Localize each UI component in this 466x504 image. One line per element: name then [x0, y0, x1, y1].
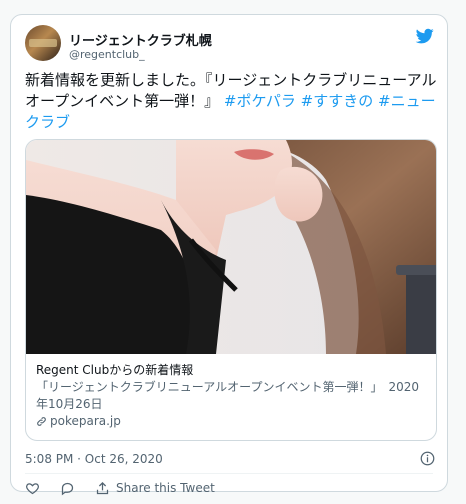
link-icon [37, 417, 46, 426]
link-info[interactable]: Regent Clubからの新着情報 「リージェントクラブリニューアルオープンイ… [36, 362, 428, 430]
share-action[interactable]: Share this Tweet [95, 481, 215, 496]
action-bar: Share this Tweet [25, 478, 235, 498]
divider [25, 473, 433, 474]
share-label[interactable]: Share this Tweet [116, 481, 215, 495]
avatar[interactable] [25, 25, 61, 61]
tweet-card[interactable]: リージェントクラブ札幌 @regentclub_ 新着情報を更新しました。『リー… [10, 14, 448, 495]
tweet-timestamp[interactable]: 5:08 PM · Oct 26, 2020 [25, 452, 435, 466]
share-icon[interactable] [95, 481, 110, 496]
reply-icon[interactable] [60, 481, 75, 496]
display-name[interactable]: リージェントクラブ札幌 [69, 30, 212, 49]
link-title[interactable]: Regent Clubからの新着情報 [36, 362, 428, 379]
reply-action[interactable] [60, 481, 75, 496]
hashtag-susukino[interactable]: #すすきの [301, 92, 374, 110]
link-domain: pokepara.jp [50, 414, 121, 428]
twitter-bird-icon[interactable] [415, 27, 435, 45]
preview-photo[interactable] [26, 140, 437, 354]
link-description: 「リージェントクラブリニューアルオープンイベント第一弾！」 2020年10月26… [36, 380, 419, 411]
link-domain-row: pokepara.jp [36, 413, 428, 430]
link-preview-card[interactable]: Regent Clubからの新着情報 「リージェントクラブリニューアルオープンイ… [25, 139, 437, 441]
handle[interactable]: @regentclub_ [69, 48, 145, 61]
hashtag-pokepara[interactable]: #ポケパラ [224, 92, 296, 110]
heart-icon[interactable] [25, 481, 40, 496]
info-icon[interactable] [420, 451, 435, 466]
tweet-text: 新着情報を更新しました。『リージェントクラブリニューアルオープンイベント第一弾！… [25, 70, 437, 133]
like-action[interactable] [25, 481, 40, 496]
